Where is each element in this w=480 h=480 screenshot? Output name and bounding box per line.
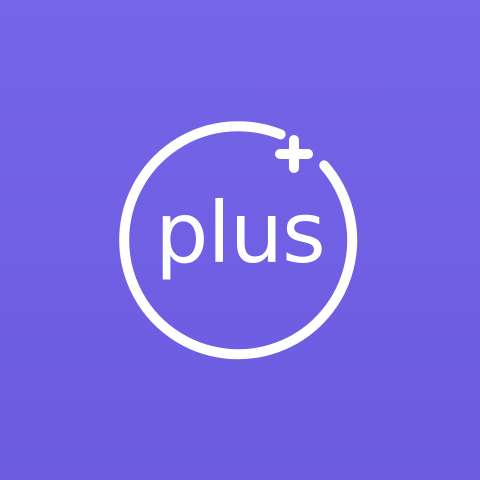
logo-wordmark: plus bbox=[155, 184, 325, 282]
app-icon: plus bbox=[0, 0, 480, 480]
plus-logo: plus bbox=[119, 121, 358, 360]
plus-icon bbox=[275, 135, 313, 173]
